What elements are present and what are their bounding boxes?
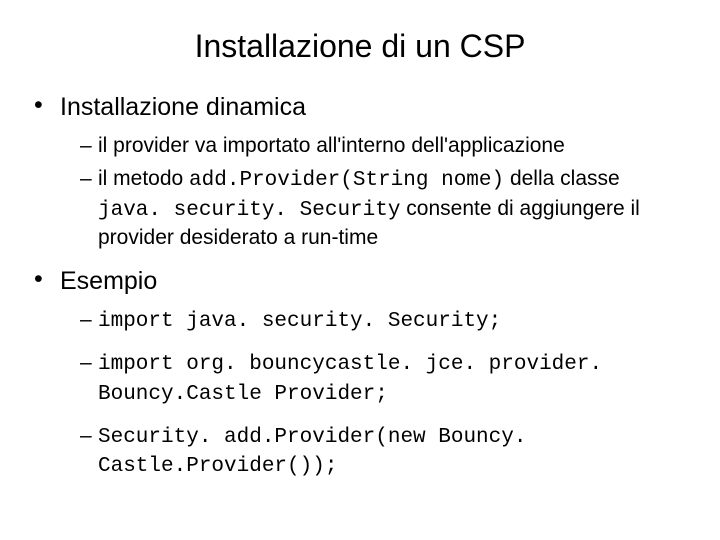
code-run: Security. add.Provider(new Bouncy. Castl… bbox=[98, 426, 526, 478]
code-run: import java. security. Security; bbox=[98, 310, 501, 333]
text-run: il metodo bbox=[98, 167, 189, 190]
bullet-list: Installazione dinamica il provider va im… bbox=[34, 93, 686, 481]
section-esempio: Esempio import java. security. Security;… bbox=[34, 267, 686, 480]
sub-item: Security. add.Provider(new Bouncy. Castl… bbox=[80, 422, 686, 481]
text-run: il provider va importato all'interno del… bbox=[98, 134, 565, 157]
section-heading: Installazione dinamica bbox=[60, 93, 306, 121]
sub-item: il provider va importato all'interno del… bbox=[80, 132, 686, 159]
code-run: java. security. Security bbox=[98, 199, 400, 222]
sub-list: import java. security. Security; import … bbox=[80, 306, 686, 480]
section-heading: Esempio bbox=[60, 267, 157, 295]
sub-item: il metodo add.Provider(String nome) dell… bbox=[80, 165, 686, 251]
sub-item: import org. bouncycastle. jce. provider.… bbox=[80, 349, 686, 408]
code-run: import org. bouncycastle. jce. provider.… bbox=[98, 353, 602, 405]
slide: Installazione di un CSP Installazione di… bbox=[0, 0, 720, 540]
slide-title: Installazione di un CSP bbox=[34, 28, 686, 65]
code-run: add.Provider(String nome) bbox=[189, 169, 504, 192]
section-installazione: Installazione dinamica il provider va im… bbox=[34, 93, 686, 251]
sub-list: il provider va importato all'interno del… bbox=[80, 132, 686, 251]
text-run: della classe bbox=[504, 167, 620, 190]
sub-item: import java. security. Security; bbox=[80, 306, 686, 335]
